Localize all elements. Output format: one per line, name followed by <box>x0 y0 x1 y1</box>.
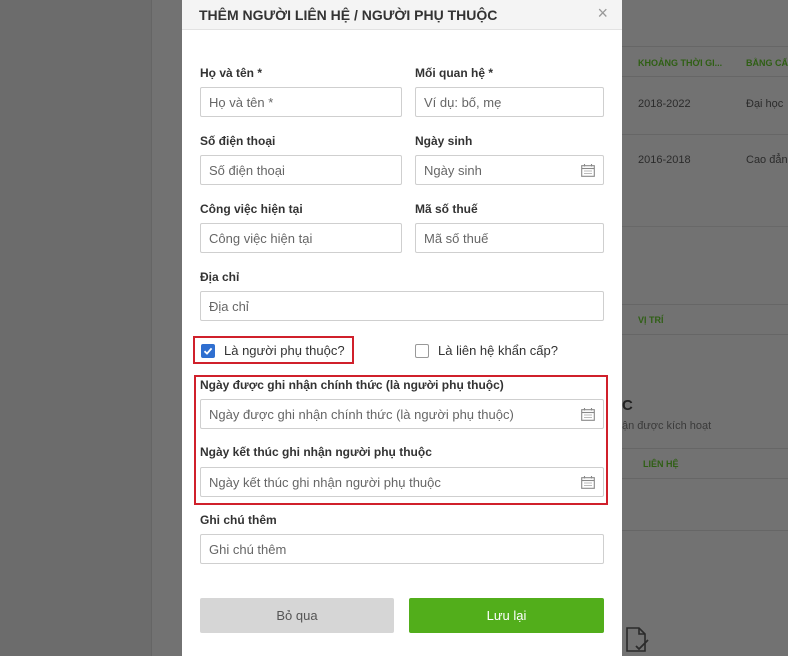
calendar-icon[interactable] <box>581 164 595 177</box>
relationship-input[interactable] <box>415 87 604 117</box>
address-input[interactable] <box>200 291 604 321</box>
job-input[interactable] <box>200 223 402 253</box>
phone-label: Số điện thoại <box>200 134 276 148</box>
modal-title: THÊM NGƯỜI LIÊN HỆ / NGƯỜI PHỤ THUỘC <box>199 7 498 23</box>
birthday-input[interactable] <box>415 155 604 185</box>
checkbox-unchecked-icon[interactable] <box>415 343 429 358</box>
close-icon[interactable]: × <box>597 4 608 22</box>
divider <box>622 46 788 47</box>
birthday-label: Ngày sinh <box>415 134 473 148</box>
save-button[interactable]: Lưu lại <box>409 598 604 633</box>
divider <box>622 76 788 77</box>
table-cell-degree: Đại học <box>746 98 784 110</box>
full-name-input[interactable] <box>200 87 402 117</box>
divider <box>622 334 788 335</box>
divider <box>622 226 788 227</box>
checkmark-icon <box>203 347 213 355</box>
table-header-period: KHOẢNG THỜI GI... <box>638 58 723 68</box>
phone-input[interactable] <box>200 155 402 185</box>
dependent-start-input[interactable] <box>200 399 604 429</box>
relationship-label: Mối quan hệ * <box>415 66 493 80</box>
tax-code-input[interactable] <box>415 223 604 253</box>
calendar-icon[interactable] <box>581 408 595 421</box>
table-header-contact: LIÊN HỆ <box>643 459 679 469</box>
background-left-panel <box>0 0 152 656</box>
section-heading: C <box>622 397 633 414</box>
section-subtitle: ận được kích hoạt <box>622 420 712 432</box>
address-label: Địa chỉ <box>200 270 240 284</box>
emergency-contact-checkbox-label: Là liên hệ khẩn cấp? <box>438 343 558 358</box>
emergency-contact-checkbox[interactable]: Là liên hệ khẩn cấp? <box>415 343 558 358</box>
dependent-end-input[interactable] <box>200 467 604 497</box>
dependent-checkbox[interactable]: Là người phụ thuộc? <box>201 343 345 358</box>
table-cell-degree: Cao đẳng <box>746 154 788 166</box>
table-cell-period: 2016-2018 <box>638 154 691 166</box>
divider <box>622 530 788 531</box>
dependent-end-label: Ngày kết thúc ghi nhận người phụ thuộc <box>200 445 432 459</box>
table-header-degree: BẰNG CẤ <box>746 58 788 68</box>
full-name-label: Họ và tên * <box>200 66 263 80</box>
divider <box>622 448 788 449</box>
divider <box>622 478 788 479</box>
tax-code-label: Mã số thuế <box>415 202 478 216</box>
document-icon <box>626 627 649 652</box>
note-label: Ghi chú thêm <box>200 513 277 527</box>
add-contact-modal: THÊM NGƯỜI LIÊN HỆ / NGƯỜI PHỤ THUỘC × H… <box>182 0 622 656</box>
divider <box>622 304 788 305</box>
calendar-icon[interactable] <box>581 476 595 489</box>
modal-header: THÊM NGƯỜI LIÊN HỆ / NGƯỜI PHỤ THUỘC × <box>182 0 622 30</box>
checkbox-checked-icon[interactable] <box>201 343 215 358</box>
divider <box>622 134 788 135</box>
table-cell-period: 2018-2022 <box>638 98 691 110</box>
cancel-button[interactable]: Bỏ qua <box>200 598 394 633</box>
table-header-position: VỊ TRÍ <box>638 315 664 325</box>
dependent-checkbox-label: Là người phụ thuộc? <box>224 343 345 358</box>
job-label: Công việc hiện tại <box>200 202 303 216</box>
note-input[interactable] <box>200 534 604 564</box>
dependent-start-label: Ngày được ghi nhận chính thức (là người … <box>200 378 504 392</box>
